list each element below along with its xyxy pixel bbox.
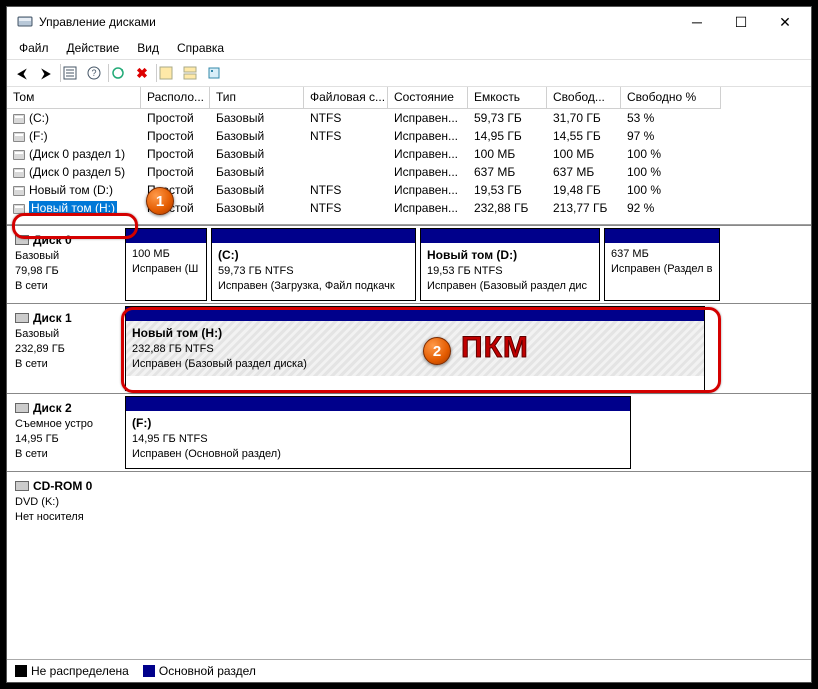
refresh-icon[interactable]	[107, 62, 129, 84]
partition-header	[126, 307, 704, 321]
volume-icon	[13, 114, 25, 124]
disk-row: Диск 0Базовый79,98 ГБВ сети100 МБИсправе…	[7, 225, 811, 303]
partition-body: 100 МБИсправен (Ш	[126, 243, 206, 281]
view-bottom-icon[interactable]	[179, 62, 201, 84]
legend-unallocated: Не распределена	[15, 664, 129, 678]
col-type[interactable]: Тип	[210, 87, 304, 109]
legend: Не распределена Основной раздел	[7, 659, 811, 682]
partition-header	[126, 397, 630, 411]
app-icon	[17, 14, 33, 30]
partition-header	[605, 229, 719, 243]
volume-icon	[13, 168, 25, 178]
delete-icon[interactable]: ✖	[131, 62, 153, 84]
menubar: Файл Действие Вид Справка	[7, 37, 811, 59]
hdd-icon	[15, 313, 29, 323]
close-button[interactable]: ✕	[763, 8, 807, 36]
col-volume[interactable]: Том	[7, 87, 141, 109]
partition-body: (C:)59,73 ГБ NTFSИсправен (Загрузка, Фай…	[212, 243, 415, 298]
volume-icon	[13, 150, 25, 160]
menu-view[interactable]: Вид	[129, 39, 167, 57]
partition[interactable]: Новый том (H:)232,88 ГБ NTFSИсправен (Ба…	[125, 306, 705, 391]
volume-list: Том Располо... Тип Файловая с... Состоян…	[7, 87, 811, 225]
volume-icon	[13, 204, 25, 214]
disk-row: CD-ROM 0DVD (K:)Нет носителя	[7, 471, 811, 533]
disk-row: Диск 1Базовый232,89 ГБВ сетиНовый том (H…	[7, 303, 811, 393]
back-button[interactable]: ⮜	[11, 62, 33, 84]
toolbar: ⮜ ⮞ ? ✖	[7, 59, 811, 87]
partition-body: Новый том (H:)232,88 ГБ NTFSИсправен (Ба…	[126, 321, 704, 376]
partition-body: 637 МБИсправен (Раздел в	[605, 243, 719, 281]
volume-row[interactable]: (F:)ПростойБазовыйNTFSИсправен...14,95 Г…	[7, 127, 811, 145]
legend-primary: Основной раздел	[143, 664, 256, 678]
col-pct[interactable]: Свободно %	[621, 87, 721, 109]
partition[interactable]: Новый том (D:)19,53 ГБ NTFSИсправен (Баз…	[420, 228, 600, 301]
col-fs[interactable]: Файловая с...	[304, 87, 388, 109]
svg-text:?: ?	[91, 68, 96, 78]
menu-action[interactable]: Действие	[59, 39, 128, 57]
col-layout[interactable]: Располо...	[141, 87, 210, 109]
partition[interactable]: 100 МБИсправен (Ш	[125, 228, 207, 301]
maximize-button[interactable]: ☐	[719, 8, 763, 36]
partition[interactable]: (C:)59,73 ГБ NTFSИсправен (Загрузка, Фай…	[211, 228, 416, 301]
col-free[interactable]: Свобод...	[547, 87, 621, 109]
help-icon[interactable]: ?	[83, 62, 105, 84]
disk-label[interactable]: CD-ROM 0DVD (K:)Нет носителя	[7, 472, 123, 533]
cdrom-icon	[15, 481, 29, 491]
hdd-icon	[15, 235, 29, 245]
disk-label[interactable]: Диск 0Базовый79,98 ГБВ сети	[7, 226, 123, 303]
col-status[interactable]: Состояние	[388, 87, 468, 109]
partition-body: Новый том (D:)19,53 ГБ NTFSИсправен (Баз…	[421, 243, 599, 298]
volume-row[interactable]: (C:)ПростойБазовыйNTFSИсправен...59,73 Г…	[7, 109, 811, 127]
partition[interactable]: (F:)14,95 ГБ NTFSИсправен (Основной разд…	[125, 396, 631, 469]
volume-row[interactable]: Новый том (D:)ПростойБазовыйNTFSИсправен…	[7, 181, 811, 199]
partition-header	[212, 229, 415, 243]
disk-label[interactable]: Диск 1Базовый232,89 ГБВ сети	[7, 304, 123, 393]
window-title: Управление дисками	[39, 15, 675, 29]
properties-icon[interactable]	[203, 62, 225, 84]
volume-icon	[13, 186, 25, 196]
disk-graphical-view: Диск 0Базовый79,98 ГБВ сети100 МБИсправе…	[7, 225, 811, 659]
volume-icon	[13, 132, 25, 142]
menu-help[interactable]: Справка	[169, 39, 232, 57]
volume-row[interactable]: (Диск 0 раздел 1)ПростойБазовыйИсправен.…	[7, 145, 811, 163]
minimize-button[interactable]: ─	[675, 8, 719, 36]
hdd-icon	[15, 403, 29, 413]
volume-row[interactable]: Новый том (H:)ПростойБазовыйNTFSИсправен…	[7, 199, 811, 217]
partition-header	[126, 229, 206, 243]
volume-row[interactable]: (Диск 0 раздел 5)ПростойБазовыйИсправен.…	[7, 163, 811, 181]
tree-icon[interactable]	[59, 62, 81, 84]
titlebar: Управление дисками ─ ☐ ✕	[7, 7, 811, 37]
view-top-icon[interactable]	[155, 62, 177, 84]
partition-body: (F:)14,95 ГБ NTFSИсправен (Основной разд…	[126, 411, 630, 466]
col-capacity[interactable]: Емкость	[468, 87, 547, 109]
menu-file[interactable]: Файл	[11, 39, 57, 57]
partition-header	[421, 229, 599, 243]
disk-label[interactable]: Диск 2Съемное устро14,95 ГБВ сети	[7, 394, 123, 471]
partition[interactable]: 637 МБИсправен (Раздел в	[604, 228, 720, 301]
disk-row: Диск 2Съемное устро14,95 ГБВ сети(F:)14,…	[7, 393, 811, 471]
volume-list-header: Том Располо... Тип Файловая с... Состоян…	[7, 87, 811, 109]
forward-button[interactable]: ⮞	[35, 62, 57, 84]
